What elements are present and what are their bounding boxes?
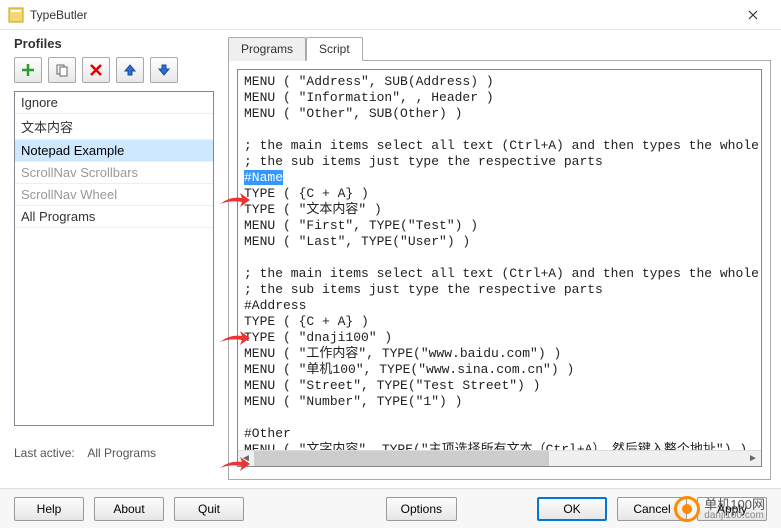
profile-item[interactable]: ScrollNav Scrollbars [15, 162, 213, 184]
profiles-panel: Profiles Ignore文本内容Notepad ExampleScroll… [14, 36, 214, 488]
help-button[interactable]: Help [14, 497, 84, 521]
add-profile-button[interactable] [14, 57, 42, 83]
tabs: Programs Script [228, 37, 771, 61]
content-area: Profiles Ignore文本内容Notepad ExampleScroll… [0, 30, 781, 488]
script-tab-body: MENU ( "Address", SUB(Address) ) MENU ( … [228, 60, 771, 480]
titlebar: TypeButler [0, 0, 781, 30]
copy-profile-button[interactable] [48, 57, 76, 83]
apply-button[interactable]: Apply [697, 497, 767, 521]
last-active-value: All Programs [87, 446, 156, 460]
profiles-list[interactable]: Ignore文本内容Notepad ExampleScrollNav Scrol… [14, 91, 214, 426]
close-button[interactable] [733, 1, 773, 29]
tab-programs[interactable]: Programs [228, 37, 306, 61]
profile-item[interactable]: All Programs [15, 206, 213, 228]
profile-item[interactable]: Ignore [15, 92, 213, 114]
about-button[interactable]: About [94, 497, 164, 521]
last-active-row: Last active: All Programs [14, 446, 214, 460]
move-down-button[interactable] [150, 57, 178, 83]
profile-item[interactable]: ScrollNav Wheel [15, 184, 213, 206]
profiles-toolbar [14, 57, 214, 83]
delete-profile-button[interactable] [82, 57, 110, 83]
options-button[interactable]: Options [386, 497, 457, 521]
bottom-bar: Help About Quit Options OK Cancel Apply [0, 488, 781, 528]
scroll-right-arrow[interactable]: ► [745, 451, 761, 467]
script-editor[interactable]: MENU ( "Address", SUB(Address) ) MENU ( … [237, 69, 762, 467]
ok-button[interactable]: OK [537, 497, 607, 521]
scroll-track[interactable] [254, 451, 745, 467]
profiles-header: Profiles [14, 36, 214, 51]
quit-button[interactable]: Quit [174, 497, 244, 521]
scroll-thumb[interactable] [254, 451, 549, 467]
tab-script[interactable]: Script [306, 37, 363, 61]
profile-item[interactable]: 文本内容 [15, 114, 213, 140]
horizontal-scrollbar[interactable]: ◄ ► [238, 450, 761, 466]
move-up-button[interactable] [116, 57, 144, 83]
cancel-button[interactable]: Cancel [617, 497, 687, 521]
last-active-label: Last active: [14, 446, 75, 460]
scroll-left-arrow[interactable]: ◄ [238, 451, 254, 467]
profile-item[interactable]: Notepad Example [15, 140, 213, 162]
script-text[interactable]: MENU ( "Address", SUB(Address) ) MENU ( … [238, 70, 761, 450]
window-title: TypeButler [30, 8, 733, 22]
app-icon [8, 7, 24, 23]
right-panel: Programs Script MENU ( "Address", SUB(Ad… [228, 36, 771, 488]
